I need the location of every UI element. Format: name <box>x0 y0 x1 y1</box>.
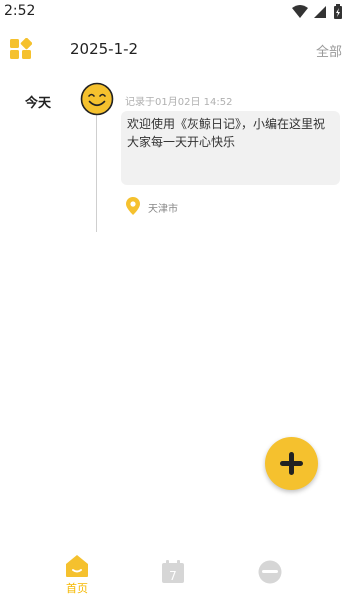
nav-calendar[interactable]: 7 <box>161 560 185 584</box>
category-menu-icon[interactable] <box>10 38 32 60</box>
location-pin-icon <box>126 197 140 215</box>
nav-home[interactable]: 首页 <box>60 550 94 600</box>
signal-icon <box>314 6 326 18</box>
mine-face-icon <box>258 560 282 584</box>
header-date[interactable]: 2025-1-2 <box>70 40 138 58</box>
entry-text: 欢迎使用《灰鲸日记》，小编在这里祝大家每一天开心快乐 <box>127 117 326 149</box>
status-bar: 2:52 <box>0 0 354 24</box>
timeline-line <box>96 112 97 232</box>
calendar-day: 7 <box>169 569 177 583</box>
app-header: 2025-1-2 全部 <box>0 24 354 74</box>
battery-icon <box>334 4 342 19</box>
status-icons <box>290 4 346 20</box>
diary-entry-card[interactable]: 欢迎使用《灰鲸日记》，小编在这里祝大家每一天开心快乐 <box>121 111 340 185</box>
location-text: 天津市 <box>148 204 178 215</box>
record-time: 记录于01月02日 14:52 <box>125 97 233 108</box>
wifi-icon <box>292 5 308 18</box>
day-label: 今天 <box>25 96 52 111</box>
home-icon <box>66 555 88 577</box>
calendar-icon: 7 <box>162 560 184 583</box>
add-entry-button[interactable] <box>265 437 318 490</box>
plus-icon <box>280 452 303 475</box>
status-time: 2:52 <box>4 3 36 19</box>
nav-home-label: 首页 <box>66 582 88 595</box>
smile-icon <box>80 82 114 116</box>
nav-mine[interactable] <box>258 560 282 584</box>
bottom-nav: 首页 7 <box>0 550 354 616</box>
filter-all-button[interactable]: 全部 <box>316 41 342 60</box>
